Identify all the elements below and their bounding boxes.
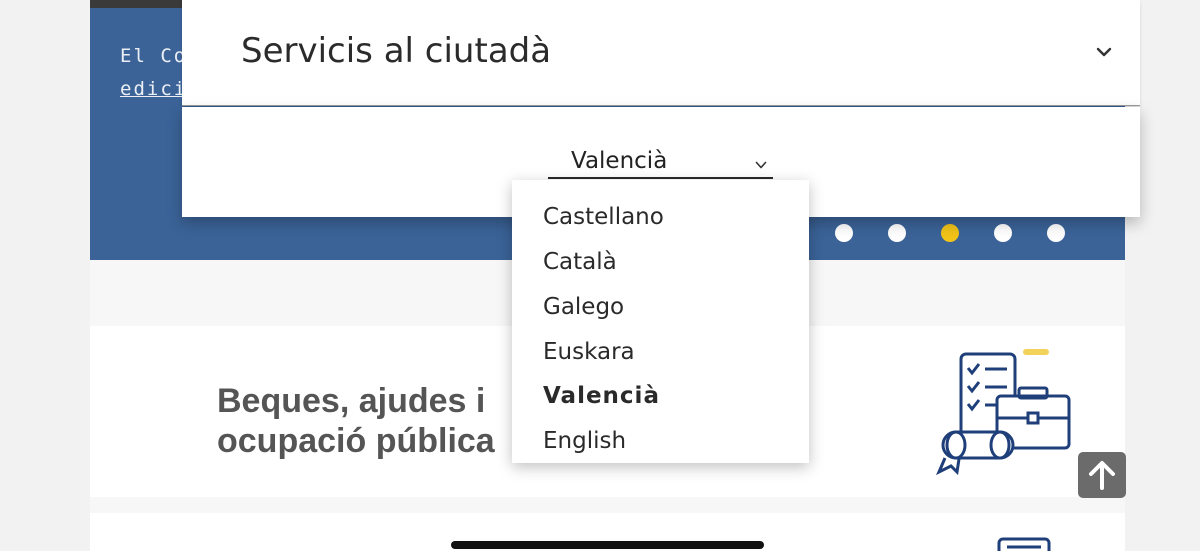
language-select[interactable]: Valencià bbox=[548, 145, 773, 179]
hero-caption-line-2: edici bbox=[120, 78, 188, 100]
chevron-down-icon bbox=[755, 161, 767, 169]
hero-caption-line-1: El Co bbox=[120, 45, 188, 67]
scroll-to-top-button[interactable] bbox=[1078, 452, 1126, 498]
language-option-catala[interactable]: Català bbox=[543, 249, 617, 275]
checklist-briefcase-diploma-icon bbox=[936, 349, 1071, 476]
carousel-dot-active[interactable] bbox=[941, 224, 959, 242]
language-option-castellano[interactable]: Castellano bbox=[543, 204, 664, 230]
carousel-dot[interactable] bbox=[1047, 224, 1065, 242]
language-option-english[interactable]: English bbox=[543, 428, 626, 454]
carousel-dots bbox=[835, 224, 1065, 242]
home-indicator[interactable] bbox=[451, 541, 764, 549]
chevron-down-icon[interactable] bbox=[1096, 44, 1112, 60]
carousel-dot[interactable] bbox=[835, 224, 853, 242]
services-accordion[interactable]: Servicis al ciutadà bbox=[182, 0, 1140, 106]
document-icon bbox=[997, 537, 1051, 551]
language-select-value: Valencià bbox=[571, 148, 668, 174]
arrow-up-icon bbox=[1089, 461, 1115, 490]
hero-image bbox=[90, 0, 185, 8]
language-option-galego[interactable]: Galego bbox=[543, 294, 624, 320]
language-dropdown: Castellano Català Galego Euskara Valenci… bbox=[512, 180, 809, 463]
accordion-title: Servicis al ciutadà bbox=[241, 31, 552, 71]
carousel-dot[interactable] bbox=[888, 224, 906, 242]
language-option-euskara[interactable]: Euskara bbox=[543, 339, 635, 365]
language-option-valencia[interactable]: Valencià bbox=[543, 383, 660, 409]
hero-caption: El Co edici bbox=[120, 40, 187, 106]
carousel-dot[interactable] bbox=[994, 224, 1012, 242]
